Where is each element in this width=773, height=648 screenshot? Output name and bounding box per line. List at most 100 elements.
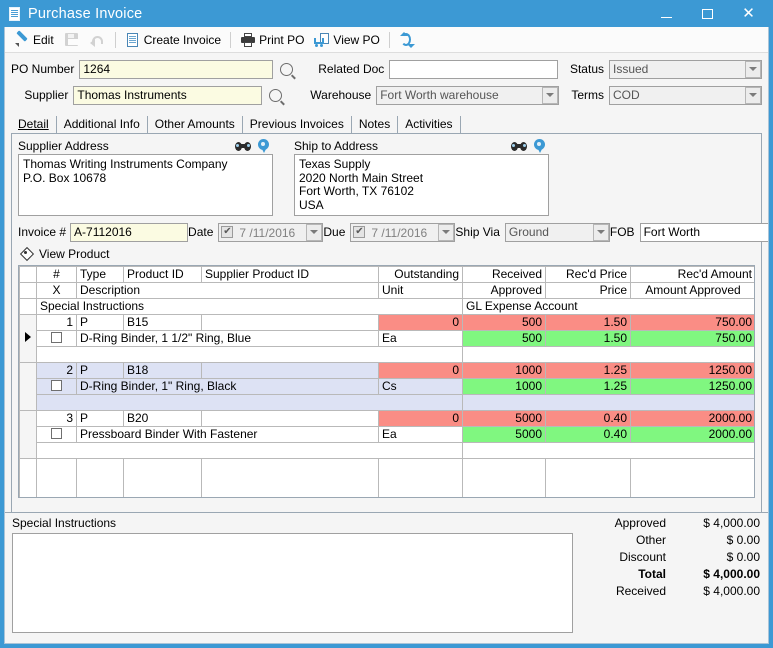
- column-header-recd-amount[interactable]: Rec'd Amount: [630, 266, 754, 283]
- tab-previous-invoices[interactable]: Previous Invoices: [243, 116, 352, 133]
- tab-other-amounts[interactable]: Other Amounts: [148, 116, 243, 133]
- cell-approved[interactable]: 5000: [462, 426, 546, 443]
- row-selector[interactable]: [19, 410, 37, 459]
- row-selector[interactable]: [19, 362, 37, 411]
- cell-special-instructions[interactable]: [36, 346, 463, 363]
- due-date-picker[interactable]: 7 /11/2016 ✔: [350, 222, 456, 242]
- column-header-special-instructions[interactable]: Special Instructions: [36, 298, 463, 315]
- supplier-lookup-button[interactable]: [265, 85, 285, 105]
- cell-outstanding[interactable]: 0: [378, 362, 463, 379]
- table-row[interactable]: D-Ring Binder, 1 1/2" Ring, Blue Ea 500 …: [20, 330, 754, 347]
- due-enabled-checkbox[interactable]: ✔: [353, 225, 366, 238]
- tab-activities[interactable]: Activities: [398, 116, 461, 133]
- edit-button[interactable]: Edit: [9, 29, 59, 50]
- refresh-button[interactable]: [394, 29, 420, 50]
- cell-recd-amount[interactable]: 2000.00: [630, 410, 754, 427]
- column-header-unit[interactable]: Unit: [378, 282, 463, 299]
- column-header-approved[interactable]: Approved: [462, 282, 546, 299]
- cell-type[interactable]: P: [76, 314, 124, 331]
- related-doc-input[interactable]: [389, 59, 559, 79]
- cell-checkbox[interactable]: [36, 330, 77, 347]
- cell-gl-expense-account[interactable]: [462, 394, 754, 411]
- row-checkbox[interactable]: [51, 428, 62, 439]
- cell-recd-amount[interactable]: 750.00: [630, 314, 754, 331]
- close-button[interactable]: ✕: [728, 0, 769, 27]
- cell-num[interactable]: 2: [36, 362, 77, 379]
- ship-to-address-box[interactable]: Texas Supply 2020 North Main Street Fort…: [294, 154, 549, 216]
- binoculars-icon[interactable]: [511, 141, 527, 152]
- binoculars-icon[interactable]: [235, 141, 251, 152]
- cell-outstanding[interactable]: 0: [378, 314, 463, 331]
- cell-num[interactable]: 1: [36, 314, 77, 331]
- cell-recd-price[interactable]: 1.25: [545, 362, 631, 379]
- map-pin-icon[interactable]: [258, 138, 269, 154]
- cell-type[interactable]: P: [76, 362, 124, 379]
- column-header-x[interactable]: X: [36, 282, 77, 299]
- chevron-down-icon[interactable]: [542, 86, 559, 104]
- ship-via-combobox[interactable]: [504, 222, 610, 242]
- view-po-button[interactable]: View PO: [309, 29, 384, 50]
- cell-checkbox[interactable]: [36, 378, 77, 395]
- table-row[interactable]: [20, 442, 754, 459]
- cell-supplier-product-id[interactable]: [201, 362, 379, 379]
- supplier-input[interactable]: [73, 85, 263, 105]
- maximize-button[interactable]: [687, 0, 728, 27]
- cell-recd-amount[interactable]: 1250.00: [630, 362, 754, 379]
- cell-approved[interactable]: 1000: [462, 378, 546, 395]
- po-number-input[interactable]: [79, 59, 273, 79]
- map-pin-icon[interactable]: [534, 138, 545, 154]
- view-product-button[interactable]: View Product: [18, 245, 755, 263]
- cell-product-id[interactable]: B20: [123, 410, 202, 427]
- chevron-down-icon[interactable]: [438, 223, 455, 241]
- column-header-supplier-product-id[interactable]: Supplier Product ID: [201, 266, 379, 283]
- column-header-product-id[interactable]: Product ID: [123, 266, 202, 283]
- cell-special-instructions[interactable]: [36, 394, 463, 411]
- cell-product-id[interactable]: B15: [123, 314, 202, 331]
- warehouse-combobox[interactable]: [376, 85, 560, 105]
- row-checkbox[interactable]: [51, 332, 62, 343]
- column-header-num[interactable]: #: [36, 266, 77, 283]
- print-po-button[interactable]: Print PO: [235, 29, 309, 50]
- cell-supplier-product-id[interactable]: [201, 314, 379, 331]
- tab-additional-info[interactable]: Additional Info: [57, 116, 148, 133]
- table-row[interactable]: Pressboard Binder With Fastener Ea 5000 …: [20, 426, 754, 443]
- cell-description[interactable]: D-Ring Binder, 1" Ring, Black: [76, 378, 379, 395]
- tab-notes[interactable]: Notes: [352, 116, 399, 133]
- column-header-amount-approved[interactable]: Amount Approved: [630, 282, 754, 299]
- fob-input[interactable]: [639, 222, 768, 242]
- supplier-address-box[interactable]: Thomas Writing Instruments Company P.O. …: [18, 154, 273, 216]
- cell-unit[interactable]: Cs: [378, 378, 463, 395]
- chevron-down-icon[interactable]: [306, 223, 323, 241]
- cell-approved[interactable]: 500: [462, 330, 546, 347]
- table-row[interactable]: [20, 346, 754, 363]
- column-header-price[interactable]: Price: [545, 282, 631, 299]
- special-instructions-textarea[interactable]: [12, 533, 573, 633]
- cell-special-instructions[interactable]: [36, 442, 463, 459]
- cell-price[interactable]: 1.50: [545, 330, 631, 347]
- cell-gl-expense-account[interactable]: [462, 346, 754, 363]
- column-header-received[interactable]: Received: [462, 266, 546, 283]
- column-header-description[interactable]: Description: [76, 282, 379, 299]
- terms-combobox[interactable]: [609, 85, 762, 105]
- warehouse-value[interactable]: [376, 85, 560, 105]
- cell-price[interactable]: 1.25: [545, 378, 631, 395]
- cell-received[interactable]: 1000: [462, 362, 546, 379]
- chevron-down-icon[interactable]: [745, 86, 761, 104]
- cell-price[interactable]: 0.40: [545, 426, 631, 443]
- status-combobox[interactable]: [609, 59, 762, 79]
- cell-gl-expense-account[interactable]: [462, 442, 754, 459]
- table-row[interactable]: [19, 394, 754, 411]
- cell-product-id[interactable]: B18: [123, 362, 202, 379]
- cell-unit[interactable]: Ea: [378, 330, 463, 347]
- undo-button[interactable]: [85, 29, 111, 50]
- cell-amount-approved[interactable]: 750.00: [630, 330, 754, 347]
- invoice-number-input[interactable]: [70, 222, 189, 242]
- minimize-button[interactable]: [646, 0, 687, 27]
- cell-supplier-product-id[interactable]: [201, 410, 379, 427]
- cell-amount-approved[interactable]: 2000.00: [630, 426, 754, 443]
- cell-outstanding[interactable]: 0: [378, 410, 463, 427]
- date-picker[interactable]: 7 /11/2016 ✔: [218, 222, 324, 242]
- cell-num[interactable]: 3: [36, 410, 77, 427]
- row-checkbox[interactable]: [51, 380, 62, 391]
- column-header-recd-price[interactable]: Rec'd Price: [545, 266, 631, 283]
